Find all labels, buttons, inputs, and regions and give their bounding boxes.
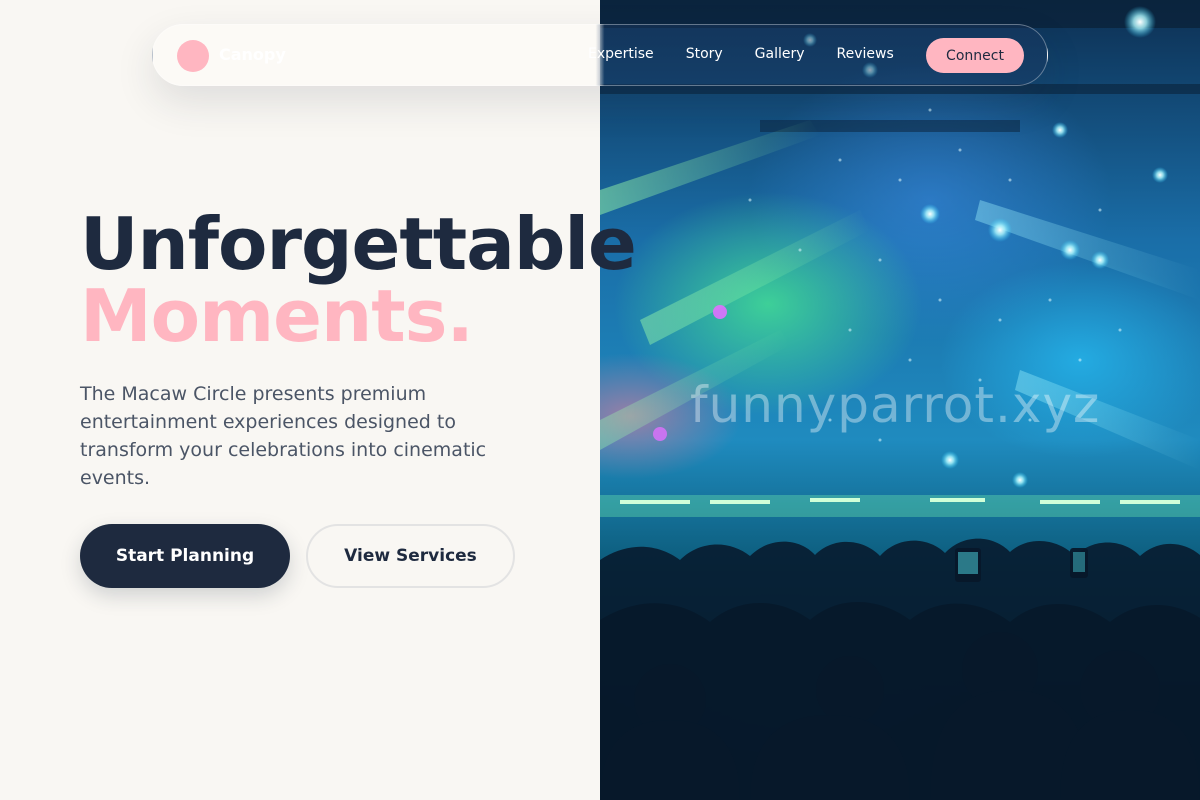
nav-link-reviews[interactable]: Reviews [837,46,894,62]
nav-link-gallery[interactable]: Gallery [755,46,805,62]
hero-headline: Unforgettable Moments. [80,202,637,358]
headline-line-1: Unforgettable [80,202,637,286]
view-services-button[interactable]: View Services [306,524,515,588]
nav-link-story[interactable]: Story [686,46,723,62]
brand-logo-icon[interactable] [177,40,209,72]
brand-name[interactable]: Canopy [219,45,286,64]
headline-line-2: Moments. [80,274,474,358]
hero-concert-photo: funnyparrot.xyz [600,0,1200,800]
watermark-text: funnyparrot.xyz [690,376,1101,434]
start-planning-button[interactable]: Start Planning [80,524,290,588]
top-navigation: Canopy Expertise Story Gallery Reviews C… [152,24,1048,86]
landing-page: funnyparrot.xyz Canopy Expertise Story G… [0,0,1200,800]
nav-links: Expertise Story Gallery Reviews [588,46,894,62]
nav-link-expertise[interactable]: Expertise [588,46,654,62]
hero-description: The Macaw Circle presents premium entert… [80,383,487,489]
connect-button[interactable]: Connect [926,38,1024,73]
